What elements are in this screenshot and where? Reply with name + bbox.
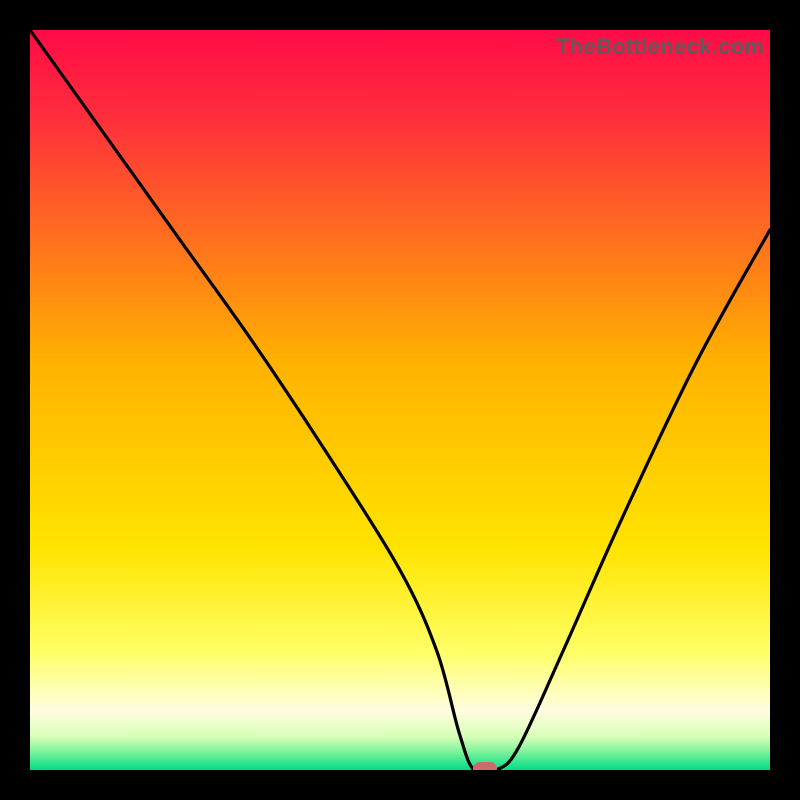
optimum-marker — [473, 762, 497, 770]
plot-area: TheBottleneck.com — [30, 30, 770, 770]
bottleneck-curve — [30, 30, 770, 770]
chart-frame: TheBottleneck.com — [0, 0, 800, 800]
